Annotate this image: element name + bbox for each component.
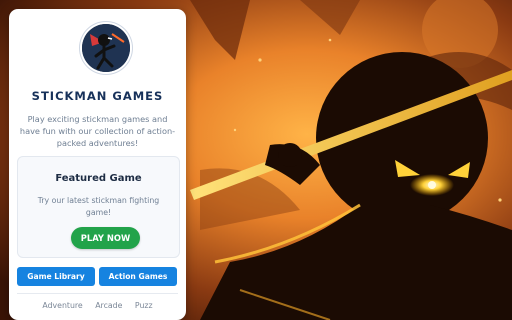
featured-game-panel: Featured Game Try our latest stickman fi… — [17, 156, 180, 258]
tag-adventure-link[interactable]: Adventure — [42, 301, 82, 310]
tag-puzzle-link[interactable]: Puzz — [135, 301, 153, 310]
game-library-button[interactable]: Game Library — [17, 267, 95, 286]
stickman-ninja-icon — [82, 24, 130, 72]
site-title: STICKMAN GAMES — [31, 89, 164, 103]
tag-arcade-link[interactable]: Arcade — [95, 301, 122, 310]
featured-description: Try our latest stickman fighting game! — [37, 196, 160, 217]
featured-heading: Featured Game — [55, 173, 142, 184]
category-links: Adventure Arcade Puzz — [9, 301, 186, 310]
game-info-card: STICKMAN GAMES Play exciting stickman ga… — [9, 9, 186, 320]
divider — [17, 293, 178, 294]
action-games-button[interactable]: Action Games — [99, 267, 177, 286]
play-now-button[interactable]: PLAY NOW — [71, 227, 140, 249]
site-description: Play exciting stickman games and have fu… — [19, 114, 176, 148]
